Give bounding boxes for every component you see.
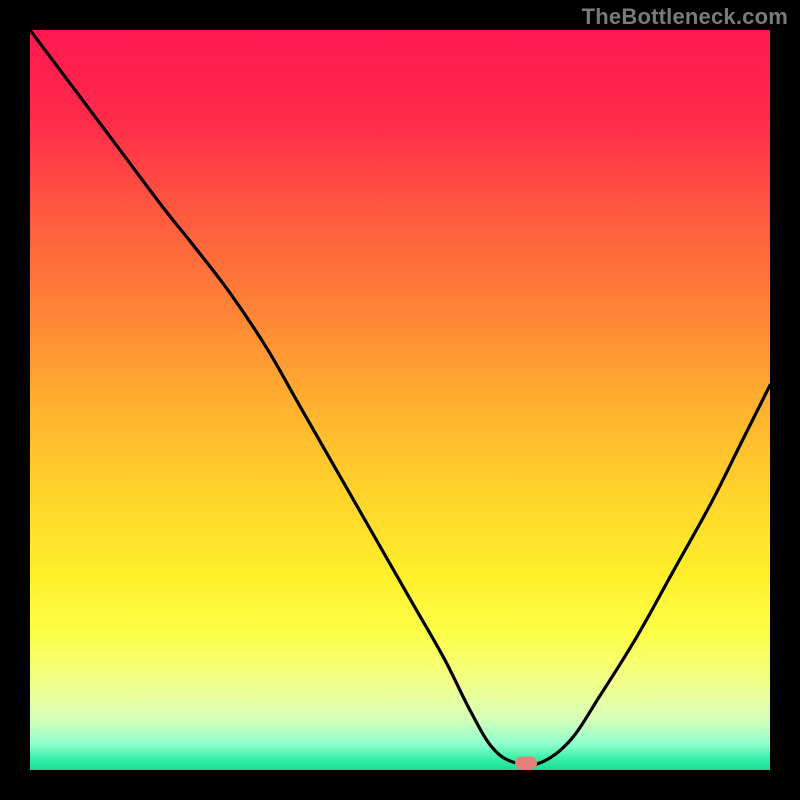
plot-area <box>30 30 770 770</box>
watermark-label: TheBottleneck.com <box>582 4 788 30</box>
chart-frame: TheBottleneck.com <box>0 0 800 800</box>
current-config-marker-icon <box>515 756 537 769</box>
bottleneck-curve <box>30 30 770 770</box>
